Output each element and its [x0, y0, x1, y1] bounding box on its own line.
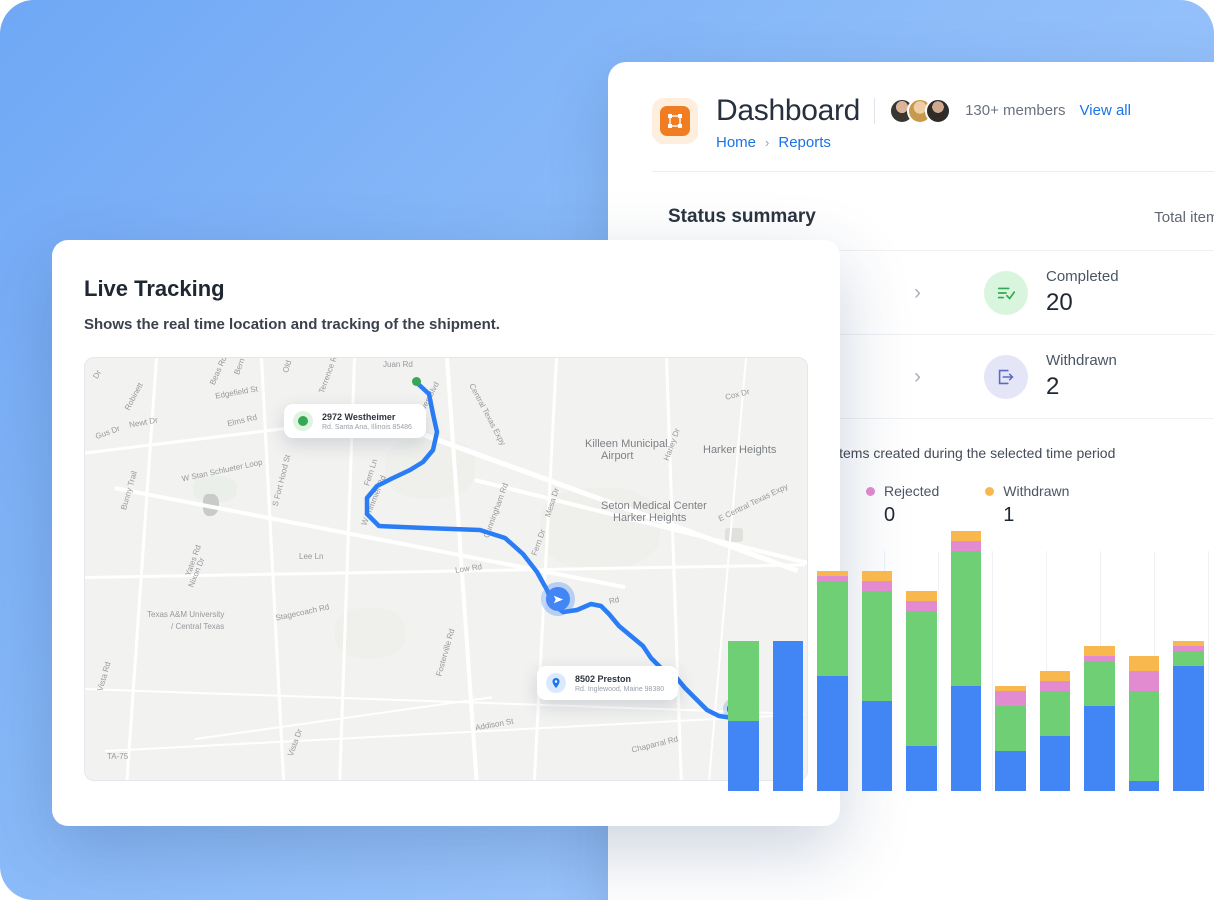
chart-bar-segment: [995, 706, 1026, 751]
live-tracking-subtitle: Shows the real time location and trackin…: [84, 316, 500, 333]
chart-bar[interactable]: [817, 571, 848, 791]
legend-label: Withdrawn: [1003, 483, 1070, 499]
members-count: 130+ members: [965, 102, 1066, 119]
transform-box-icon: [660, 106, 690, 136]
status-summary-title: Status summary: [668, 206, 816, 227]
chart-bar[interactable]: [772, 641, 803, 791]
chart-bar-segment: [995, 751, 1026, 791]
header-divider: [874, 97, 876, 124]
chart-bar-segment: [995, 691, 1026, 706]
chart-bar-segment: [1039, 681, 1070, 691]
view-all-link[interactable]: View all: [1080, 102, 1131, 119]
map-view[interactable]: Dr Robinett Newt Dr Gus Dr Edgefield St …: [84, 357, 808, 781]
chart-bar-segment: [728, 721, 759, 791]
chart-bar-segment: [1173, 651, 1204, 666]
origin-name: 2972 Westheimer: [322, 411, 396, 422]
legend-item-withdrawn[interactable]: Withdrawn 1: [985, 483, 1069, 527]
status-label: Withdrawn: [1046, 352, 1117, 369]
chart-bar-segment: [1128, 691, 1159, 781]
breadcrumb-home[interactable]: Home: [716, 134, 756, 151]
chart-bar[interactable]: [728, 641, 759, 791]
chart-bar-segment: [906, 591, 937, 601]
chart-bar-segment: [1128, 671, 1159, 691]
destination-tooltip[interactable]: 8502 Preston Rd. Inglewood, Maine 98380: [537, 666, 679, 700]
chart-gridline: [938, 551, 939, 791]
chart-gridline: [1208, 551, 1209, 791]
legend-dot-icon: [985, 486, 995, 496]
chart-bar-segment: [861, 581, 892, 591]
app-logo: [652, 98, 698, 144]
route-polyline: [364, 379, 748, 723]
status-value: 2: [1046, 373, 1060, 400]
chart-bar[interactable]: [950, 531, 981, 791]
avatar: [925, 97, 952, 124]
page-title: Dashboard: [716, 94, 861, 127]
chart-bar-segment: [1039, 736, 1070, 791]
chart-gridline: [992, 551, 993, 791]
chart-bar-segment: [772, 641, 803, 791]
chevron-right-icon: ›: [765, 135, 770, 150]
chart-bar[interactable]: [1039, 671, 1070, 791]
chart-bar[interactable]: [906, 591, 937, 791]
withdraw-arrow-icon: [984, 354, 1028, 399]
chart-bar-segment: [1084, 646, 1115, 656]
chart-bar-segment: [906, 601, 937, 611]
destination-address: Rd. Inglewood, Maine 98380: [575, 685, 665, 693]
chart-bar[interactable]: [1128, 656, 1159, 791]
status-label: Completed: [1046, 268, 1119, 285]
chart-bar-segment: [950, 551, 981, 686]
chart-bar-segment: [1128, 656, 1159, 671]
chart-bar-segment: [861, 591, 892, 701]
origin-tooltip[interactable]: 2972 Westheimer Rd. Santa Ana, Illinois …: [284, 404, 426, 438]
chart-bar-segment: [728, 641, 759, 721]
screenshot-root: Dashboard 130+ members View all Home › R…: [0, 0, 1214, 900]
live-tracking-title: Live Tracking: [84, 276, 225, 301]
destination-name: 8502 Preston: [575, 673, 632, 684]
chart-bar-segment: [1039, 671, 1070, 681]
navigation-arrow-icon: [546, 587, 570, 611]
chart-bar-segment: [1084, 661, 1115, 706]
status-value: 20: [1046, 289, 1073, 316]
chart-bar-segment: [950, 686, 981, 791]
vehicle-marker[interactable]: [541, 582, 575, 616]
legend-value: 1: [1003, 504, 1015, 526]
destination-marker-icon: [546, 673, 566, 693]
chart-bar-segment: [861, 701, 892, 791]
chart-bar-segment: [906, 746, 937, 791]
total-items-label: Total items: [1154, 209, 1214, 226]
chart-bar[interactable]: [1173, 641, 1204, 791]
chart-bar-segment: [950, 531, 981, 541]
member-avatars[interactable]: [889, 97, 952, 124]
chart-bar-segment: [861, 571, 892, 581]
legend-dot-icon: [866, 486, 875, 496]
legend-item-rejected[interactable]: Rejected 0: [866, 483, 939, 527]
breadcrumb-reports[interactable]: Reports: [778, 134, 831, 151]
chart-bar-segment: [1128, 781, 1159, 791]
chart-bar-segment: [950, 541, 981, 551]
breadcrumb: Home › Reports: [716, 134, 1214, 151]
chart-bar-segment: [1039, 691, 1070, 736]
status-summary-header: Status summary Total items: [608, 172, 1214, 228]
chart-bar[interactable]: [1084, 646, 1115, 791]
chart-bar-segment: [906, 611, 937, 746]
chart-bar[interactable]: [995, 686, 1026, 791]
legend-label: Rejected: [884, 483, 940, 499]
chart-bar[interactable]: [861, 571, 892, 791]
list-check-icon: [984, 270, 1028, 315]
origin-address: Rd. Santa Ana, Illinois 85486: [322, 423, 412, 431]
chart-bar-segment: [817, 676, 848, 791]
legend-value: 0: [884, 504, 896, 526]
chevron-right-icon[interactable]: ›: [914, 281, 921, 305]
chevron-right-icon[interactable]: ›: [914, 365, 921, 389]
chart-bar-segment: [817, 581, 848, 676]
origin-dot-icon: [412, 377, 421, 386]
origin-marker-icon: [293, 411, 313, 431]
dashboard-header: Dashboard 130+ members View all Home › R…: [608, 62, 1214, 151]
live-tracking-card: Live Tracking Shows the real time locati…: [52, 240, 840, 826]
chart-bar-segment: [1173, 666, 1204, 791]
chart-bar-segment: [1084, 706, 1115, 791]
